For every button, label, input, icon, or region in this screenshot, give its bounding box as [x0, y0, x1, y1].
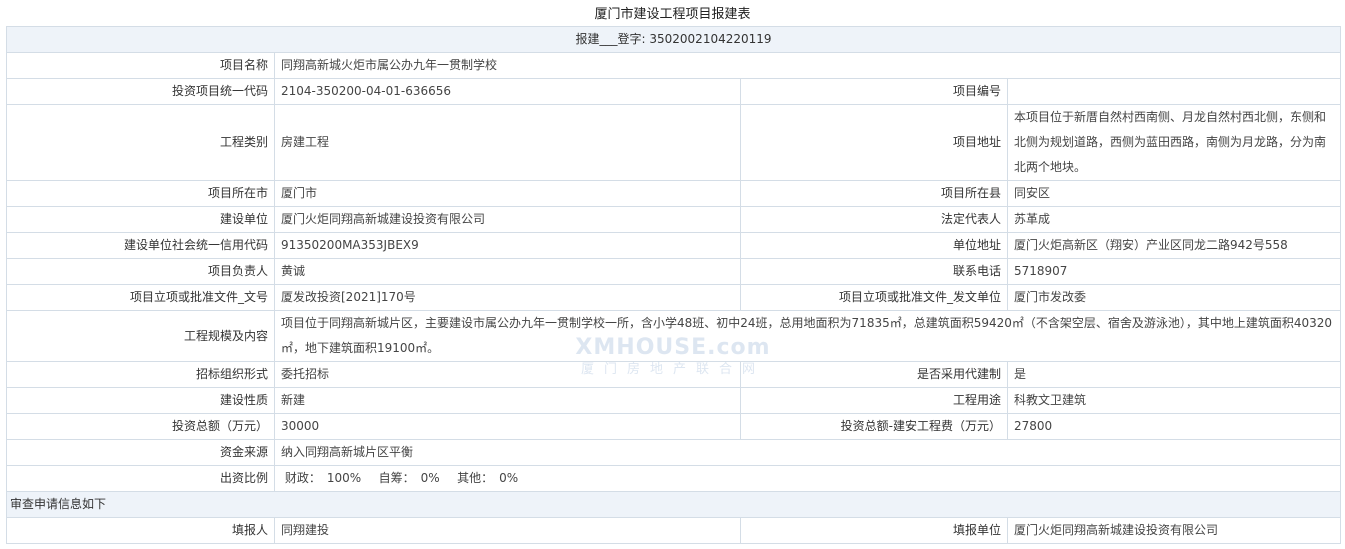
- legal-rep-label: 法定代表人: [740, 206, 1008, 233]
- address-value: 本项目位于新厝自然村西南侧、月龙自然村西北侧，东侧和北侧为规划道路，西侧为蓝田西…: [1006, 104, 1342, 181]
- approval-doc-value: 厦发改投资[2021]170号: [274, 284, 741, 311]
- invest-code-value: 2104-350200-04-01-636656: [274, 78, 741, 105]
- review-section-row: 审查申请信息如下: [5, 491, 1342, 518]
- table-row: 建设单位 厦门火炬同翔高新城建设投资有限公司 法定代表人 苏革成: [6, 206, 1342, 233]
- scale-label: 工程规模及内容: [6, 310, 275, 362]
- table-row: 投资总额（万元） 30000 投资总额-建安工程费（万元） 27800: [6, 413, 1342, 440]
- category-label: 工程类别: [6, 104, 275, 181]
- funding-value: 纳入同翔高新城片区平衡: [273, 439, 1342, 466]
- table-row: 建设性质 新建 工程用途 科教文卫建筑: [6, 387, 1342, 414]
- total-invest-value: 30000: [274, 413, 741, 440]
- manager-label: 项目负责人: [6, 258, 275, 285]
- builder-value: 厦门火炬同翔高新城建设投资有限公司: [274, 206, 741, 233]
- city-value: 厦门市: [274, 180, 741, 207]
- table-row: 项目负责人 黄诚 联系电话 5718907: [6, 258, 1342, 285]
- nature-value: 新建: [274, 387, 741, 414]
- table-row: 填报人 同翔建投 填报单位 厦门火炬同翔高新城建设投资有限公司: [6, 517, 1342, 544]
- address-label: 项目地址: [740, 104, 1008, 181]
- ratio-label: 出资比例: [6, 465, 275, 492]
- table-row: 投资项目统一代码 2104-350200-04-01-636656 项目编号: [6, 78, 1342, 105]
- bidding-label: 招标组织形式: [6, 361, 275, 388]
- ratio-value: 财政： 100% 自筹： 0% 其他： 0%: [273, 465, 1342, 492]
- table-row: 建设单位社会统一信用代码 91350200MA353JBEX9 单位地址 厦门火…: [6, 232, 1342, 259]
- project-name-value: 同翔高新城火炬市属公办九年一贯制学校: [273, 52, 1342, 79]
- other-label: 其他：: [457, 471, 494, 485]
- unit-address-label: 单位地址: [740, 232, 1008, 259]
- category-value: 房建工程: [274, 104, 741, 181]
- legal-rep-value: 苏革成: [1006, 206, 1342, 233]
- credit-code-value: 91350200MA353JBEX9: [274, 232, 741, 259]
- nature-label: 建设性质: [6, 387, 275, 414]
- table-row: 项目所在市 厦门市 项目所在县 同安区: [6, 180, 1342, 207]
- page-title: 厦门市建设工程项目报建表: [594, 7, 751, 22]
- builder-label: 建设单位: [6, 206, 275, 233]
- table-row: 出资比例 财政： 100% 自筹： 0% 其他： 0%: [6, 465, 1342, 492]
- table-row: 工程规模及内容 项目位于同翔高新城片区，主要建设市属公办九年一贯制学校一所，含小…: [6, 310, 1342, 362]
- registration-label: 报建___登字:: [575, 32, 646, 46]
- other-value: 0%: [499, 471, 519, 485]
- county-value: 同安区: [1006, 180, 1342, 207]
- table-row: 招标组织形式 委托招标 是否采用代建制 是: [6, 361, 1342, 388]
- self-value: 0%: [420, 471, 440, 485]
- filler-unit-label: 填报单位: [740, 517, 1008, 544]
- usage-label: 工程用途: [740, 387, 1008, 414]
- phone-label: 联系电话: [740, 258, 1008, 285]
- review-section-title: 审查申请信息如下: [5, 491, 1342, 518]
- manager-value: 黄诚: [274, 258, 741, 285]
- build-cost-label: 投资总额-建安工程费（万元）: [740, 413, 1008, 440]
- build-cost-value: 27800: [1006, 413, 1342, 440]
- filler-unit-value: 厦门火炬同翔高新城建设投资有限公司: [1006, 517, 1342, 544]
- fiscal-value: 100%: [326, 471, 362, 485]
- county-label: 项目所在县: [740, 180, 1008, 207]
- self-label: 自筹：: [378, 471, 415, 485]
- invest-code-label: 投资项目统一代码: [6, 78, 275, 105]
- unit-address-value: 厦门火炬高新区（翔安）产业区同龙二路942号558: [1006, 232, 1342, 259]
- registration-number: 3502002104220119: [649, 32, 772, 46]
- credit-code-label: 建设单位社会统一信用代码: [6, 232, 275, 259]
- project-name-label: 项目名称: [6, 52, 275, 79]
- funding-label: 资金来源: [6, 439, 275, 466]
- filler-label: 填报人: [6, 517, 275, 544]
- approval-unit-label: 项目立项或批准文件_发文单位: [740, 284, 1008, 311]
- phone-value: 5718907: [1006, 258, 1342, 285]
- approval-doc-label: 项目立项或批准文件_文号: [6, 284, 275, 311]
- total-invest-label: 投资总额（万元）: [6, 413, 275, 440]
- city-label: 项目所在市: [6, 180, 275, 207]
- table-row: 项目名称 同翔高新城火炬市属公办九年一贯制学校: [6, 52, 1342, 79]
- table-row: 项目立项或批准文件_文号 厦发改投资[2021]170号 项目立项或批准文件_发…: [6, 284, 1342, 311]
- table-row: 资金来源 纳入同翔高新城片区平衡: [6, 439, 1342, 466]
- agent-build-label: 是否采用代建制: [740, 361, 1008, 388]
- report-table: 报建___登字: 3502002104220119 项目名称 同翔高新城火炬市属…: [5, 26, 1342, 544]
- agent-build-value: 是: [1006, 361, 1342, 388]
- registration-row: 报建___登字: 3502002104220119: [5, 26, 1342, 53]
- approval-unit-value: 厦门市发改委: [1006, 284, 1342, 311]
- table-row: 工程类别 房建工程 项目地址 本项目位于新厝自然村西南侧、月龙自然村西北侧，东侧…: [6, 104, 1342, 181]
- bidding-value: 委托招标: [274, 361, 741, 388]
- project-no-label: 项目编号: [740, 78, 1008, 105]
- scale-value: 项目位于同翔高新城片区，主要建设市属公办九年一贯制学校一所，含小学48班、初中2…: [273, 310, 1342, 362]
- usage-value: 科教文卫建筑: [1006, 387, 1342, 414]
- project-no-value: [1006, 78, 1342, 105]
- filler-value: 同翔建投: [274, 517, 741, 544]
- fiscal-label: 财政：: [284, 471, 321, 485]
